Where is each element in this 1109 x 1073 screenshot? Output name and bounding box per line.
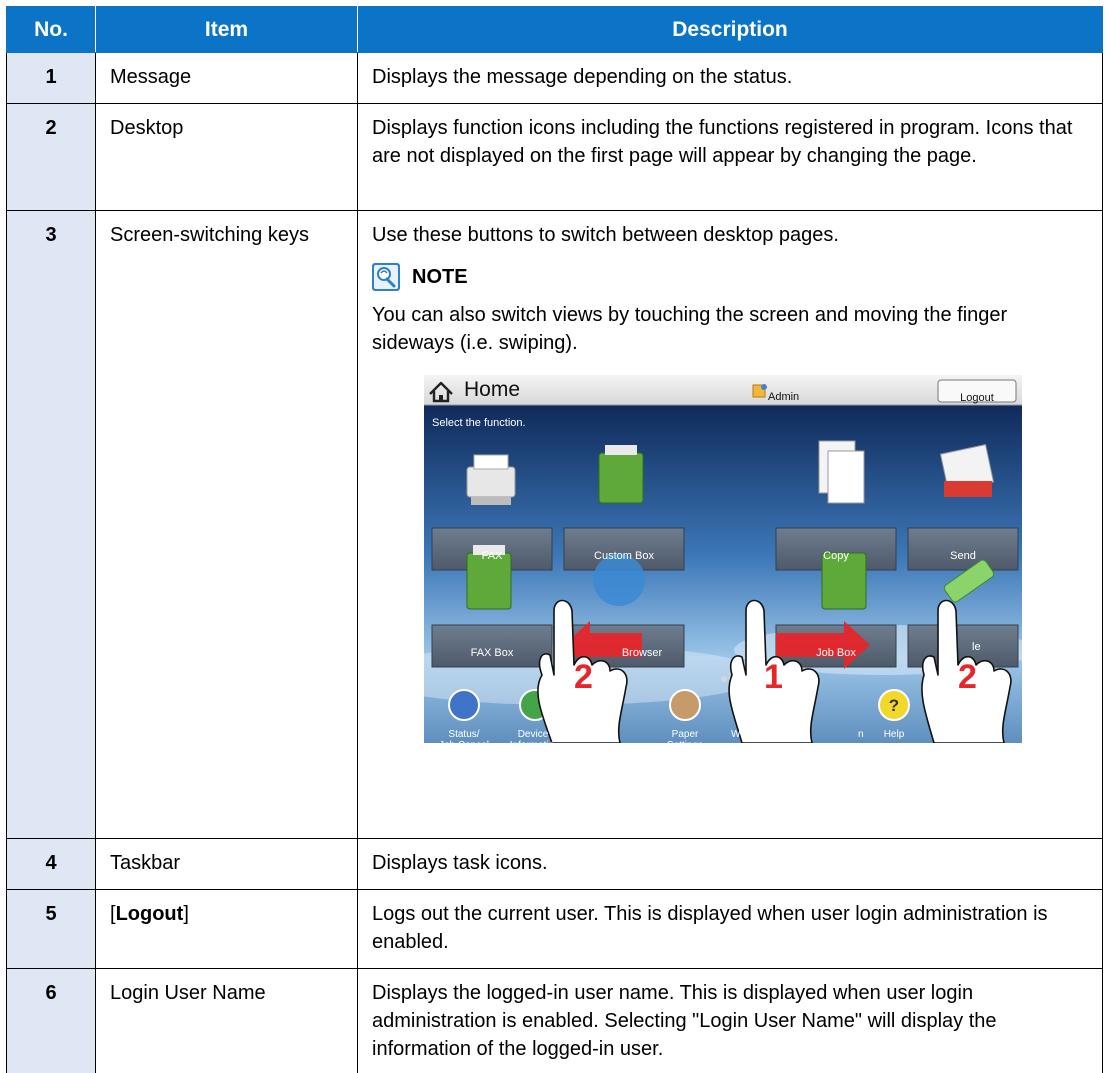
svg-text:?: ? (889, 696, 899, 715)
row-number: 4 (7, 839, 96, 890)
row-description: Displays function icons including the fu… (358, 104, 1103, 211)
logout-key-label: Logout (116, 903, 184, 925)
row-description: Use these buttons to switch between desk… (372, 221, 1088, 249)
tile-job-box: Job Box (776, 639, 896, 667)
tile-copy: Copy (776, 542, 896, 570)
note-heading: NOTE (372, 259, 1088, 295)
table-row: 2 Desktop Displays function icons includ… (7, 104, 1103, 211)
tile-browser: Browser (602, 639, 682, 667)
row-item: Taskbar (96, 839, 358, 890)
table-row: 1 Message Displays the message depending… (7, 53, 1103, 104)
header-no: No. (7, 7, 96, 53)
table-row: 4 Taskbar Displays task icons. (7, 839, 1103, 890)
swipe-number-center: 1 (764, 663, 783, 691)
tile-send: Send (908, 542, 1018, 570)
row-description-with-note: Use these buttons to switch between desk… (358, 211, 1103, 839)
swipe-number-left: 2 (574, 663, 593, 691)
row-item: Message (96, 53, 358, 104)
header-description: Description (358, 7, 1103, 53)
note-icon (372, 263, 400, 291)
swipe-number-right: 2 (958, 663, 977, 691)
row-item: [Logout] (96, 890, 358, 969)
row-number: 5 (7, 890, 96, 969)
taskbar-status-line2: Job Cancel (430, 732, 498, 743)
tile-removable: le (972, 633, 981, 661)
screen-logout-button: Logout (938, 384, 1016, 412)
row-number: 2 (7, 104, 96, 211)
tile-fax: FAX (432, 542, 552, 570)
table-row: 3 Screen-switching keys Use these button… (7, 211, 1103, 839)
header-item: Item (96, 7, 358, 53)
description-table: No. Item Description 1 Message Displays … (6, 6, 1103, 1073)
screen-user-name: Admin (768, 383, 799, 411)
table-header-row: No. Item Description (7, 7, 1103, 53)
screen-title: Home (464, 379, 520, 401)
home-screen-illustration: ? Home Admin Logout (424, 375, 1022, 743)
row-item: Screen-switching keys (96, 211, 358, 839)
table-row: 5 [Logout] Logs out the current user. Th… (7, 890, 1103, 969)
table-row: 6 Login User Name Displays the logged-in… (7, 969, 1103, 1073)
taskbar-partial-w: W (731, 721, 740, 743)
row-number: 1 (7, 53, 96, 104)
row-item: Desktop (96, 104, 358, 211)
row-item: Login User Name (96, 969, 358, 1073)
bracket-close: ] (183, 903, 189, 925)
tile-custom-box: Custom Box (564, 542, 684, 570)
screen-message: Select the function. (432, 409, 526, 437)
row-number: 3 (7, 211, 96, 839)
taskbar-help: Help (876, 721, 912, 743)
row-number: 6 (7, 969, 96, 1073)
taskbar-partial-n: n (858, 721, 864, 743)
taskbar-device-line2: Informatio (504, 732, 560, 743)
tile-fax-box: FAX Box (432, 639, 552, 667)
taskbar-paper-line2: Settings (662, 732, 708, 743)
row-description: Logs out the current user. This is displ… (358, 890, 1103, 969)
row-description: Displays task icons. (358, 839, 1103, 890)
note-text: You can also switch views by touching th… (372, 301, 1088, 357)
row-description: Displays the message depending on the st… (358, 53, 1103, 104)
note-title: NOTE (412, 263, 468, 291)
row-description: Displays the logged-in user name. This i… (358, 969, 1103, 1073)
